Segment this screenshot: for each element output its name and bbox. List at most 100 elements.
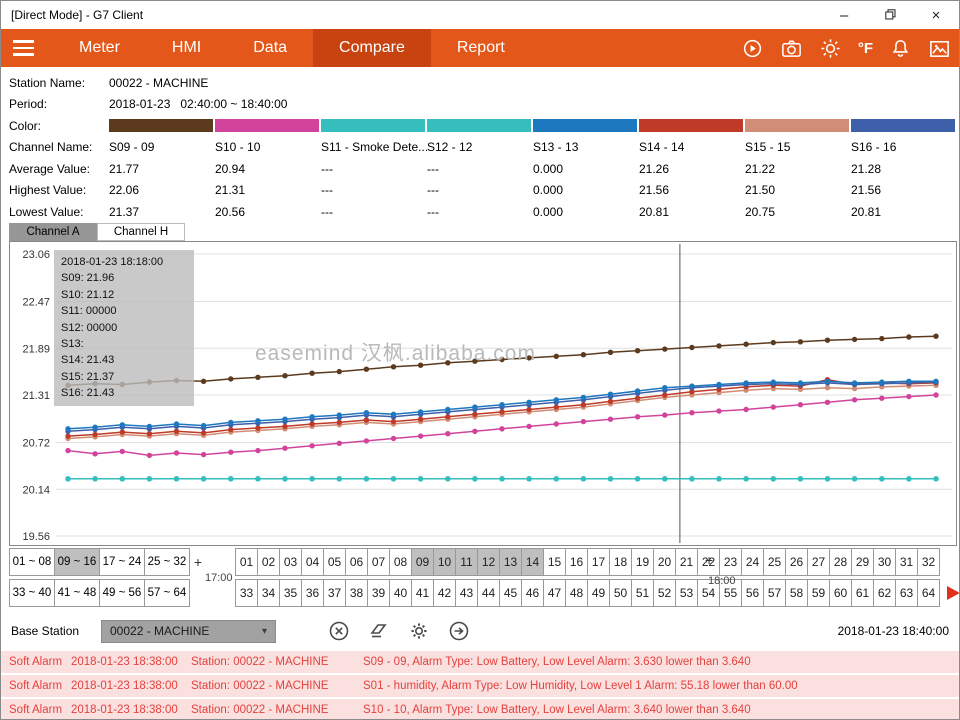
channel-cell-49[interactable]: 49 xyxy=(587,579,610,607)
channel-cell-25[interactable]: 25 xyxy=(763,548,786,576)
channel-cell-04[interactable]: 04 xyxy=(301,548,324,576)
channel-cell-18[interactable]: 18 xyxy=(609,548,632,576)
picture-icon[interactable] xyxy=(927,36,951,60)
channel-cell-34[interactable]: 34 xyxy=(257,579,280,607)
nav-item-meter[interactable]: Meter xyxy=(53,29,146,67)
close-button[interactable]: × xyxy=(913,1,959,29)
channel-cell-45[interactable]: 45 xyxy=(499,579,522,607)
channel-cell-51[interactable]: 51 xyxy=(631,579,654,607)
tooltip-line: S11: 00000 xyxy=(61,303,187,319)
alarm-row[interactable]: Soft Alarm2018-01-23 18:38:00Station: 00… xyxy=(1,675,959,697)
channel-cell-28[interactable]: 28 xyxy=(829,548,852,576)
channel-cell-60[interactable]: 60 xyxy=(829,579,852,607)
channel-cell-56[interactable]: 56 xyxy=(741,579,764,607)
channel-cell-42[interactable]: 42 xyxy=(433,579,456,607)
chevron-down-icon: ▾ xyxy=(262,626,267,637)
channel-cell-47[interactable]: 47 xyxy=(543,579,566,607)
zoom-plus-icon[interactable]: + xyxy=(705,552,713,568)
channel-group-cell[interactable]: 33 ~ 40 xyxy=(9,579,55,607)
channel-cell-33[interactable]: 33 xyxy=(235,579,258,607)
settings-icon[interactable] xyxy=(406,618,432,644)
nav-item-hmi[interactable]: HMI xyxy=(146,29,227,67)
channel-cell-21[interactable]: 21 xyxy=(675,548,698,576)
channel-cell-53[interactable]: 53 xyxy=(675,579,698,607)
channel-cell-19[interactable]: 19 xyxy=(631,548,654,576)
channel-cell-02[interactable]: 02 xyxy=(257,548,280,576)
maximize-button[interactable] xyxy=(867,1,913,29)
apply-icon[interactable] xyxy=(446,618,472,644)
channel-cell-17[interactable]: 17 xyxy=(587,548,610,576)
channel-cell-03[interactable]: 03 xyxy=(279,548,302,576)
channel-cell-30[interactable]: 30 xyxy=(873,548,896,576)
channel-cell-05[interactable]: 05 xyxy=(323,548,346,576)
channel-cell-06[interactable]: 06 xyxy=(345,548,368,576)
channel-cell-59[interactable]: 59 xyxy=(807,579,830,607)
channel-cell-12[interactable]: 12 xyxy=(477,548,500,576)
channel-cell-58[interactable]: 58 xyxy=(785,579,808,607)
channel-cell-09[interactable]: 09 xyxy=(411,548,434,576)
alarm-row[interactable]: Soft Alarm2018-01-23 18:38:00Station: 00… xyxy=(1,699,959,720)
channel-cell-10[interactable]: 10 xyxy=(433,548,456,576)
base-station-select[interactable]: 00022 - MACHINE ▾ xyxy=(101,620,276,643)
channel-cell-64[interactable]: 64 xyxy=(917,579,940,607)
channel-cell-50[interactable]: 50 xyxy=(609,579,632,607)
brightness-icon[interactable] xyxy=(819,36,843,60)
channel-group-cell[interactable]: 01 ~ 08 xyxy=(9,548,55,576)
channel-cell-29[interactable]: 29 xyxy=(851,548,874,576)
channel-group-cell[interactable]: 57 ~ 64 xyxy=(144,579,190,607)
channel-cell-20[interactable]: 20 xyxy=(653,548,676,576)
channel-cell-16[interactable]: 16 xyxy=(565,548,588,576)
channel-cell-26[interactable]: 26 xyxy=(785,548,808,576)
chart-area[interactable]: 23.0622.4721.8921.3120.7220.1419.56 ease… xyxy=(9,241,957,546)
channel-cell-37[interactable]: 37 xyxy=(323,579,346,607)
channel-cell-40[interactable]: 40 xyxy=(389,579,412,607)
channel-cell-62[interactable]: 62 xyxy=(873,579,896,607)
next-arrow-icon[interactable] xyxy=(947,586,960,600)
channel-group-cell[interactable]: 49 ~ 56 xyxy=(99,579,145,607)
channel-cell-14[interactable]: 14 xyxy=(521,548,544,576)
channel-cell-46[interactable]: 46 xyxy=(521,579,544,607)
channel-cell-35[interactable]: 35 xyxy=(279,579,302,607)
channel-cell-13[interactable]: 13 xyxy=(499,548,522,576)
minimize-button[interactable]: – xyxy=(821,1,867,29)
channel-cell-31[interactable]: 31 xyxy=(895,548,918,576)
menu-icon[interactable] xyxy=(1,29,45,67)
channel-cell-38[interactable]: 38 xyxy=(345,579,368,607)
channel-cell-07[interactable]: 07 xyxy=(367,548,390,576)
channel-cell-43[interactable]: 43 xyxy=(455,579,478,607)
channel-cell-08[interactable]: 08 xyxy=(389,548,412,576)
sync-icon[interactable] xyxy=(741,36,765,60)
tab-channel-h[interactable]: Channel H xyxy=(97,223,185,241)
channel-cell-39[interactable]: 39 xyxy=(367,579,390,607)
channel-group-cell[interactable]: 41 ~ 48 xyxy=(54,579,100,607)
channel-cell-48[interactable]: 48 xyxy=(565,579,588,607)
temperature-unit-icon[interactable]: °F xyxy=(858,36,873,60)
channel-cell-11[interactable]: 11 xyxy=(455,548,478,576)
channel-cell-57[interactable]: 57 xyxy=(763,579,786,607)
clear-icon[interactable] xyxy=(326,618,352,644)
channel-cell-15[interactable]: 15 xyxy=(543,548,566,576)
lowest-row: Lowest Value: 21.3720.56------0.00020.81… xyxy=(1,201,955,222)
tab-channel-a[interactable]: Channel A xyxy=(9,223,97,241)
channel-cell-27[interactable]: 27 xyxy=(807,548,830,576)
channel-group-cell[interactable]: 25 ~ 32 xyxy=(144,548,190,576)
alarm-bell-icon[interactable] xyxy=(888,36,912,60)
channel-cell-24[interactable]: 24 xyxy=(741,548,764,576)
channel-cell-23[interactable]: 23 xyxy=(719,548,742,576)
channel-cell-63[interactable]: 63 xyxy=(895,579,918,607)
channel-cell-32[interactable]: 32 xyxy=(917,548,940,576)
nav-item-report[interactable]: Report xyxy=(431,29,531,67)
channel-cell-41[interactable]: 41 xyxy=(411,579,434,607)
camera-icon[interactable] xyxy=(780,36,804,60)
channel-group-cell[interactable]: 17 ~ 24 xyxy=(99,548,145,576)
channel-cell-01[interactable]: 01 xyxy=(235,548,258,576)
channel-cell-44[interactable]: 44 xyxy=(477,579,500,607)
channel-cell-36[interactable]: 36 xyxy=(301,579,324,607)
channel-cell-61[interactable]: 61 xyxy=(851,579,874,607)
channel-cell-52[interactable]: 52 xyxy=(653,579,676,607)
nav-item-compare[interactable]: Compare xyxy=(313,29,431,67)
channel-group-cell[interactable]: 09 ~ 16 xyxy=(54,548,100,576)
eraser-icon[interactable] xyxy=(366,618,392,644)
alarm-row[interactable]: Soft Alarm2018-01-23 18:38:00Station: 00… xyxy=(1,651,959,673)
nav-item-data[interactable]: Data xyxy=(227,29,313,67)
